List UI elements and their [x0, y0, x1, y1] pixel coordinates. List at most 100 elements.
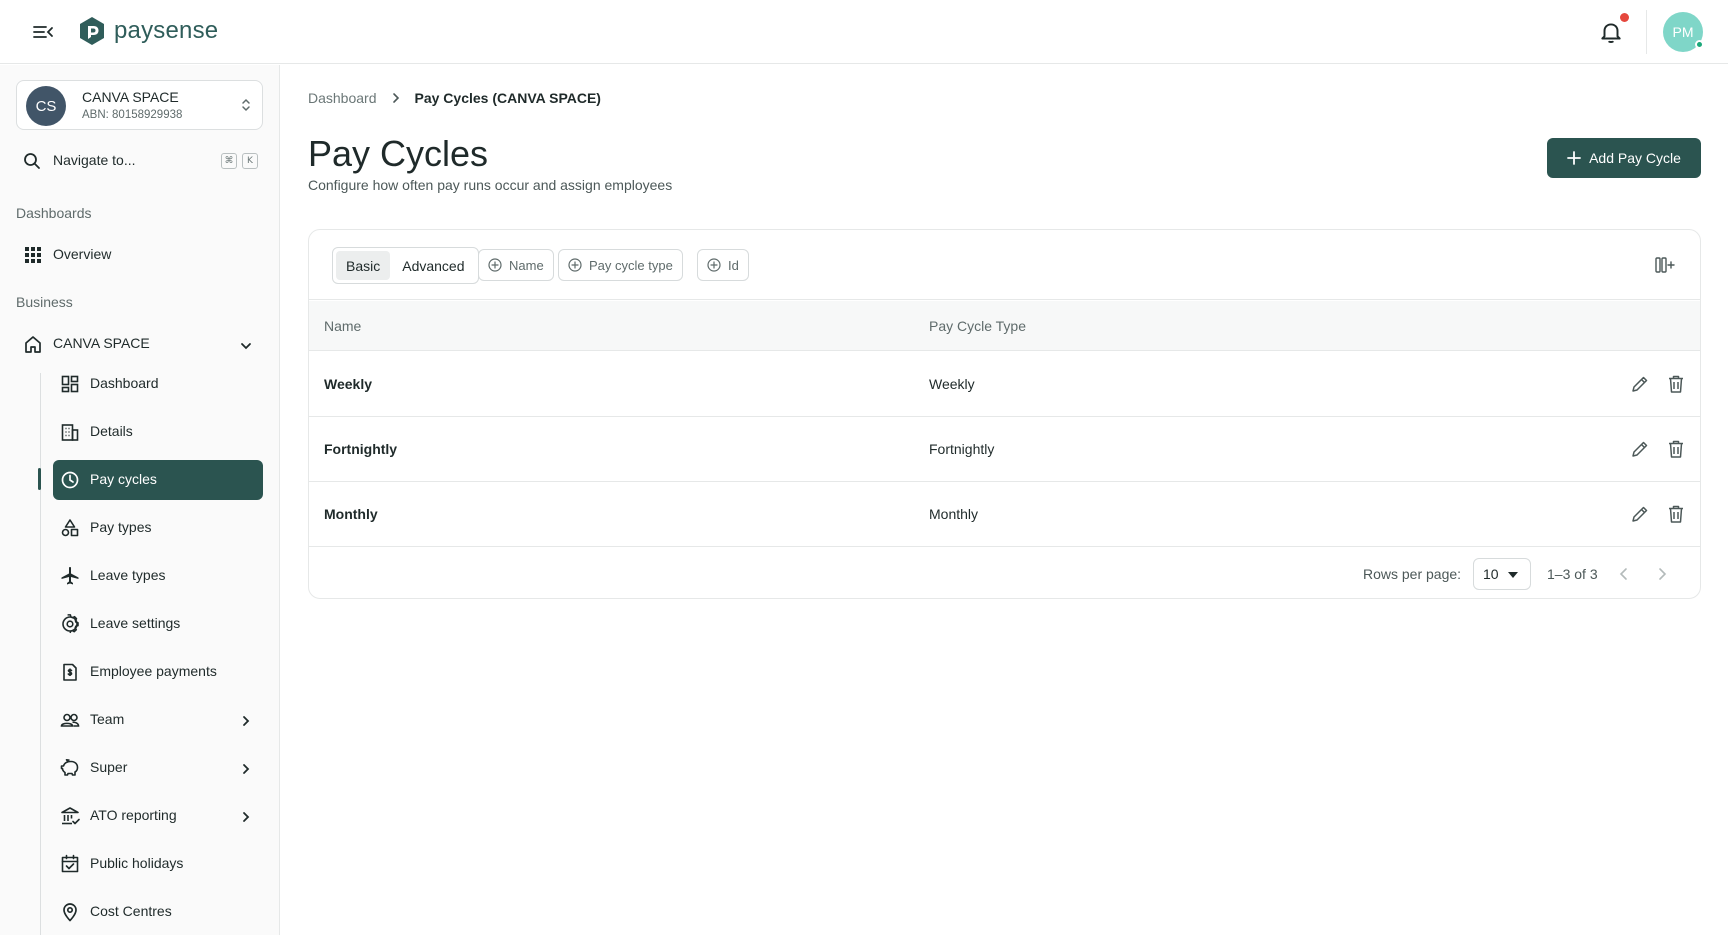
sidebar-item-leave-settings[interactable]: Leave settings — [53, 604, 263, 644]
chevron-down-icon — [241, 343, 251, 350]
chevron-right-icon — [243, 812, 250, 822]
search-icon — [24, 153, 40, 169]
chevron-updown-icon — [242, 98, 250, 112]
calendar-check-icon — [61, 854, 79, 873]
pencil-icon — [1632, 441, 1648, 457]
breadcrumb-dashboard-link[interactable]: Dashboard — [308, 90, 377, 106]
org-switcher[interactable]: CS CANVA SPACE ABN: 80158929938 — [16, 80, 263, 130]
table-pagination: Rows per page: 10 1–3 of 3 — [309, 547, 1700, 598]
next-page-button[interactable] — [1650, 562, 1674, 586]
sidebar-item-overview[interactable]: Overview — [16, 235, 263, 275]
airplane-icon — [61, 566, 79, 585]
bell-icon — [1601, 23, 1621, 43]
filter-chip-label: Id — [728, 257, 739, 273]
rows-per-page-select[interactable]: 10 — [1473, 558, 1531, 590]
sidebar: CS CANVA SPACE ABN: 80158929938 Navigate… — [0, 65, 280, 935]
sidebar-item-label: Cost Centres — [90, 903, 172, 919]
user-initials: PM — [1672, 24, 1694, 40]
filter-bar: Basic Advanced Name Pay cycle type Id — [309, 230, 1700, 300]
edit-button[interactable] — [1629, 438, 1651, 460]
plus-circle-icon — [707, 258, 721, 272]
edit-button[interactable] — [1629, 373, 1651, 395]
plus-circle-icon — [488, 258, 502, 272]
shapes-icon — [61, 519, 79, 537]
chevron-right-icon — [243, 716, 250, 726]
filter-chip-label: Pay cycle type — [589, 257, 673, 273]
user-avatar[interactable]: PM — [1663, 12, 1704, 52]
caret-down-icon — [1508, 572, 1518, 578]
delete-button[interactable] — [1665, 503, 1687, 525]
cell-pay-cycle-type: Weekly — [929, 376, 975, 392]
people-icon — [60, 713, 80, 727]
table-row[interactable]: Monthly Monthly — [309, 482, 1700, 547]
sidebar-item-label: Pay cycles — [90, 471, 157, 487]
home-icon — [25, 336, 41, 353]
brand-logo[interactable]: paysense — [78, 16, 218, 46]
delete-button[interactable] — [1665, 373, 1687, 395]
add-pay-cycle-button[interactable]: Add Pay Cycle — [1547, 138, 1701, 178]
chevron-right-icon — [1659, 568, 1667, 580]
sidebar-item-label: Super — [90, 759, 128, 775]
sidebar-item-label: Dashboard — [90, 375, 159, 391]
sidebar-item-pay-types[interactable]: Pay types — [53, 508, 263, 548]
column-header-pay-cycle-type[interactable]: Pay Cycle Type — [929, 318, 1026, 334]
delete-button[interactable] — [1665, 438, 1687, 460]
online-status-dot — [1695, 40, 1704, 49]
cell-name: Weekly — [324, 376, 372, 392]
sidebar-item-leave-types[interactable]: Leave types — [53, 556, 263, 596]
breadcrumb-current: Pay Cycles (CANVA SPACE) — [414, 90, 601, 106]
building-icon — [61, 424, 79, 441]
sidebar-item-label: Leave types — [90, 567, 166, 583]
section-label-dashboards: Dashboards — [16, 205, 92, 221]
pencil-icon — [1632, 506, 1648, 522]
org-name: CANVA SPACE — [82, 89, 179, 105]
column-visibility-button[interactable] — [1654, 254, 1676, 276]
bank-check-icon — [61, 807, 80, 825]
page-title: Pay Cycles — [308, 133, 489, 174]
filter-chip-id[interactable]: Id — [697, 249, 749, 281]
sidebar-item-super[interactable]: Super — [53, 748, 263, 788]
sidebar-item-label: Overview — [53, 246, 112, 262]
tree-line — [40, 373, 41, 935]
sidebar-item-cost-centres[interactable]: Cost Centres — [53, 892, 263, 932]
edit-button[interactable] — [1629, 503, 1651, 525]
filter-chip-name[interactable]: Name — [478, 249, 554, 281]
sidebar-item-label: Team — [90, 711, 125, 727]
table-row[interactable]: Fortnightly Fortnightly — [309, 417, 1700, 482]
section-label-business: Business — [16, 294, 73, 310]
sidebar-item-business[interactable]: CANVA SPACE — [16, 324, 263, 364]
invoice-dollar-icon — [63, 663, 77, 681]
filter-mode-toggle: Basic Advanced — [332, 247, 479, 284]
table-row[interactable]: Weekly Weekly — [309, 352, 1700, 417]
trash-icon — [1669, 440, 1683, 458]
sidebar-item-label: Pay types — [90, 519, 152, 535]
chevron-left-icon — [1619, 568, 1627, 580]
column-header-name[interactable]: Name — [324, 318, 361, 334]
notifications-button[interactable] — [1598, 19, 1624, 45]
filter-chip-label: Name — [509, 257, 544, 273]
previous-page-button[interactable] — [1612, 562, 1636, 586]
sidebar-item-details[interactable]: Details — [53, 412, 263, 452]
plus-icon — [1567, 151, 1581, 165]
sidebar-item-public-holidays[interactable]: Public holidays — [53, 844, 263, 884]
columns-plus-icon — [1655, 257, 1675, 273]
main-content: Dashboard Pay Cycles (CANVA SPACE) Pay C… — [281, 65, 1728, 935]
shortcut-mod-key: ⌘ — [221, 153, 237, 169]
shortcut-k-key: K — [242, 153, 258, 169]
filter-mode-advanced[interactable]: Advanced — [392, 251, 474, 280]
brand-name: paysense — [114, 17, 219, 44]
filter-chip-pay-cycle-type[interactable]: Pay cycle type — [558, 249, 683, 281]
piggy-bank-icon — [60, 759, 79, 776]
clock-icon — [61, 471, 79, 489]
sidebar-item-pay-cycles[interactable]: Pay cycles — [53, 460, 263, 500]
sidebar-item-team[interactable]: Team — [53, 700, 263, 740]
filter-mode-basic[interactable]: Basic — [336, 251, 391, 280]
grid-icon — [25, 247, 41, 263]
sidebar-item-dashboard[interactable]: Dashboard — [53, 364, 263, 404]
sidebar-item-employee-payments[interactable]: Employee payments — [53, 652, 263, 692]
sidebar-item-ato-reporting[interactable]: ATO reporting — [53, 796, 263, 836]
rows-per-page-label: Rows per page: — [1363, 566, 1462, 582]
navigate-search[interactable]: Navigate to... ⌘ K — [16, 145, 263, 177]
menu-collapse-button[interactable] — [30, 20, 56, 44]
table-header: Name Pay Cycle Type — [309, 301, 1700, 351]
